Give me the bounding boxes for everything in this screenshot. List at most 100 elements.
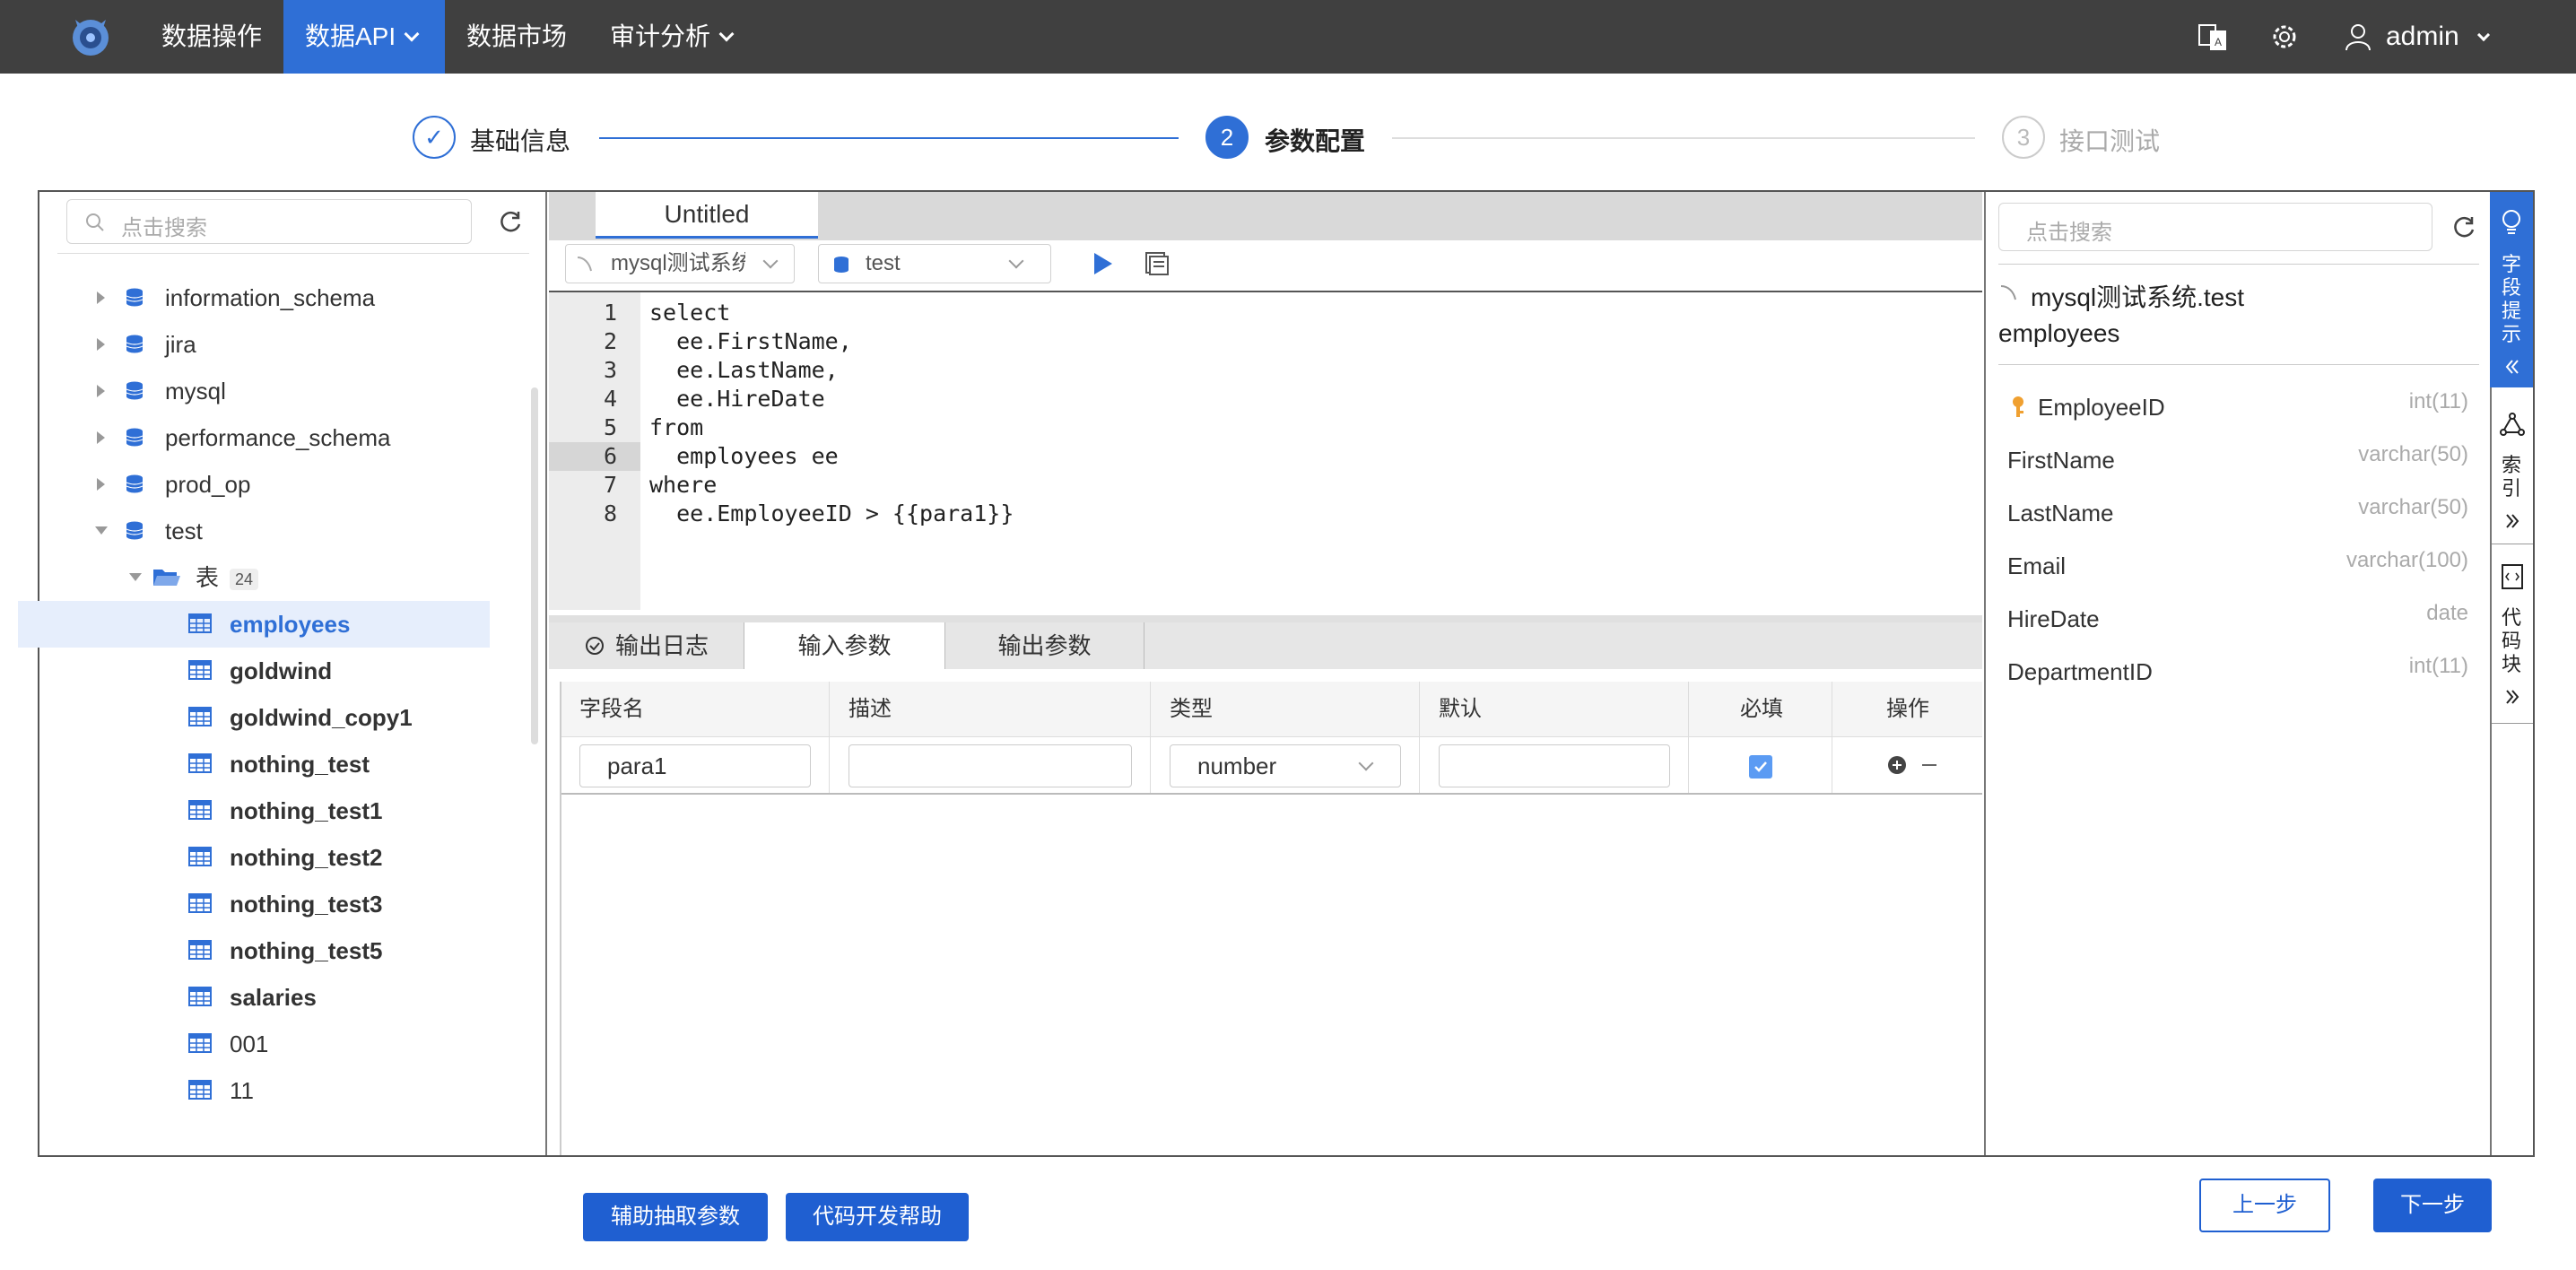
tree-item-table[interactable]: nothing_test3	[18, 881, 490, 927]
remove-row-icon[interactable]	[1919, 755, 1939, 775]
tab-output-params[interactable]: 输出参数	[945, 622, 1144, 669]
divider	[561, 793, 1982, 795]
refresh-icon[interactable]	[497, 208, 524, 235]
tree-item-table[interactable]: salaries	[18, 974, 490, 1021]
tree-item-table[interactable]: nothing_test	[18, 741, 490, 787]
chevron-down-icon	[1358, 755, 1374, 771]
tree-item-db[interactable]: information_schema	[18, 274, 490, 321]
field-item[interactable]: HireDate date	[2006, 593, 2468, 645]
caret-right-icon[interactable]	[97, 431, 105, 444]
folder-open-icon	[153, 570, 180, 586]
run-icon[interactable]	[1092, 251, 1114, 276]
tree-item-db[interactable]: jira	[18, 321, 490, 368]
chevrons-left-icon[interactable]	[2502, 357, 2522, 377]
param-description-input[interactable]	[849, 744, 1132, 787]
caret-right-icon[interactable]	[97, 291, 105, 304]
add-row-icon[interactable]	[1887, 755, 1907, 775]
tab-untitled[interactable]: Untitled	[596, 192, 818, 239]
field-item[interactable]: EmployeeID int(11)	[2006, 381, 2468, 433]
tree-item-table[interactable]: nothing_test1	[18, 787, 490, 834]
index-icon[interactable]	[2499, 411, 2526, 438]
tree-scrollbar[interactable]	[531, 387, 538, 744]
refresh-icon[interactable]	[2450, 213, 2477, 240]
code-line: 8 ee.EmployeeID > {{para1}}	[603, 500, 1014, 526]
field-item[interactable]: LastName varchar(50)	[2006, 487, 2468, 539]
tree-item-table[interactable]: 001	[18, 1021, 490, 1067]
code-line: 1 select	[603, 300, 731, 326]
app-logo[interactable]	[68, 13, 113, 59]
divider	[829, 682, 830, 795]
side-tab-code-label[interactable]: 代码块	[2502, 606, 2521, 676]
nav-data-ops[interactable]: 数据操作	[140, 0, 283, 74]
nav-audit[interactable]: 审计分析	[588, 0, 753, 74]
tree-item-table[interactable]: nothing_test2	[18, 834, 490, 881]
caret-right-icon[interactable]	[97, 478, 105, 491]
step-connector	[1392, 137, 1975, 139]
format-icon[interactable]	[1144, 251, 1170, 276]
tree-item-table[interactable]: employees	[18, 601, 490, 648]
extract-params-button[interactable]: 辅助抽取参数	[583, 1193, 768, 1241]
field-search-input[interactable]: 点击搜索	[1998, 203, 2432, 251]
param-type-select[interactable]: number	[1170, 744, 1401, 787]
svg-text:A: A	[2215, 36, 2222, 48]
caret-down-icon[interactable]	[129, 573, 142, 581]
side-tab-index-label[interactable]: 索引	[2502, 454, 2521, 500]
chevrons-right-icon[interactable]	[2502, 511, 2522, 531]
tree-item-db[interactable]: prod_op	[18, 461, 490, 508]
chevrons-right-icon[interactable]	[2502, 687, 2522, 707]
top-nav: 数据操作 数据API 数据市场 审计分析 A admin	[0, 0, 2576, 74]
field-item[interactable]: Email varchar(100)	[2006, 540, 2468, 592]
divider	[1150, 682, 1151, 795]
chevron-down-icon	[1008, 253, 1024, 269]
param-field-name-input[interactable]: para1	[579, 744, 811, 787]
nav-data-api[interactable]: 数据API	[283, 0, 445, 74]
tree-item-table-folder[interactable]: 表 24	[18, 554, 490, 601]
code-line: 3 ee.LastName,	[603, 357, 839, 383]
field-item[interactable]: FirstName varchar(50)	[2006, 434, 2468, 486]
field-item[interactable]: DepartmentID int(11)	[2006, 646, 2468, 698]
tree-item-db[interactable]: test	[18, 508, 490, 554]
tree-item-table[interactable]: nothing_test5	[18, 927, 490, 974]
check-icon	[1754, 761, 1767, 772]
caret-right-icon[interactable]	[97, 338, 105, 351]
datasource-select[interactable]: mysql测试系统	[565, 244, 795, 283]
tree-item-db[interactable]: performance_schema	[18, 414, 490, 461]
source-path: mysql测试系统.test	[2031, 283, 2245, 311]
tree-item-table[interactable]: 11	[18, 1067, 490, 1114]
code-help-button[interactable]: 代码开发帮助	[786, 1193, 969, 1241]
divider	[1419, 682, 1420, 795]
database-select[interactable]: test	[818, 244, 1051, 283]
mysql-icon	[577, 257, 592, 272]
caret-right-icon[interactable]	[97, 385, 105, 397]
next-step-button[interactable]: 下一步	[2373, 1179, 2492, 1232]
prev-step-button[interactable]: 上一步	[2199, 1179, 2330, 1232]
nav-data-market[interactable]: 数据市场	[445, 0, 588, 74]
chevron-down-icon	[762, 253, 779, 269]
param-required-checkbox[interactable]	[1749, 755, 1772, 779]
divider	[2492, 723, 2533, 724]
translate-icon[interactable]: A	[2197, 22, 2228, 52]
schema-search-input[interactable]: 点击搜索	[66, 199, 472, 244]
settings-icon[interactable]	[2269, 22, 2300, 52]
step-1-check-icon: ✓	[413, 116, 456, 159]
col-actions: 操作	[1886, 697, 1929, 721]
divider	[1998, 264, 2479, 265]
table-name: employees	[1998, 319, 2120, 347]
col-default: 默认	[1439, 697, 1482, 721]
code-block-icon[interactable]	[2501, 563, 2524, 590]
divider	[57, 253, 529, 254]
tab-input-params[interactable]: 输入参数	[744, 622, 945, 669]
tree-item-db[interactable]: mysql	[18, 368, 490, 414]
code-line: 4 ee.HireDate	[603, 386, 825, 412]
table-icon	[188, 893, 212, 913]
param-default-input[interactable]	[1439, 744, 1670, 787]
tab-output-log[interactable]: 输出日志	[549, 622, 744, 669]
code-line: 7 where	[603, 472, 718, 498]
user-icon[interactable]	[2343, 22, 2373, 52]
tree-item-table[interactable]: goldwind_copy1	[18, 694, 490, 741]
caret-down-icon[interactable]	[95, 526, 108, 535]
table-icon	[188, 940, 212, 960]
tree-item-table[interactable]: goldwind	[18, 648, 490, 694]
user-menu[interactable]: admin	[2386, 0, 2490, 74]
database-icon	[126, 428, 144, 447]
